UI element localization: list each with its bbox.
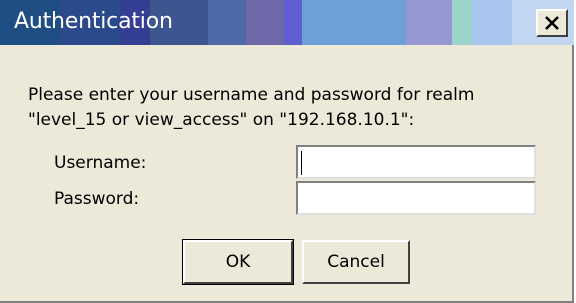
title-band xyxy=(406,0,452,45)
text-caret xyxy=(301,151,302,175)
title-band xyxy=(284,0,302,45)
title-band xyxy=(452,0,472,45)
username-field[interactable] xyxy=(296,145,536,179)
close-icon xyxy=(545,16,559,30)
username-label: Username: xyxy=(54,153,147,173)
prompt-message-line-1: Please enter your username and password … xyxy=(28,85,475,105)
close-button[interactable] xyxy=(536,9,568,37)
title-band xyxy=(302,0,406,45)
prompt-message: Please enter your username and password … xyxy=(28,83,474,133)
title-band xyxy=(472,0,512,45)
dialog-title: Authentication xyxy=(14,9,173,34)
cancel-button[interactable]: Cancel xyxy=(302,240,410,284)
ok-button[interactable]: OK xyxy=(182,239,294,285)
password-label: Password: xyxy=(54,189,140,209)
title-band xyxy=(208,0,246,45)
authentication-dialog: Authentication Please enter your usernam… xyxy=(0,0,574,303)
prompt-message-line-2: "level_15 or view_access" on "192.168.10… xyxy=(28,110,415,130)
title-bar[interactable]: Authentication xyxy=(0,0,574,45)
password-field[interactable] xyxy=(296,181,536,215)
title-band xyxy=(246,0,284,45)
